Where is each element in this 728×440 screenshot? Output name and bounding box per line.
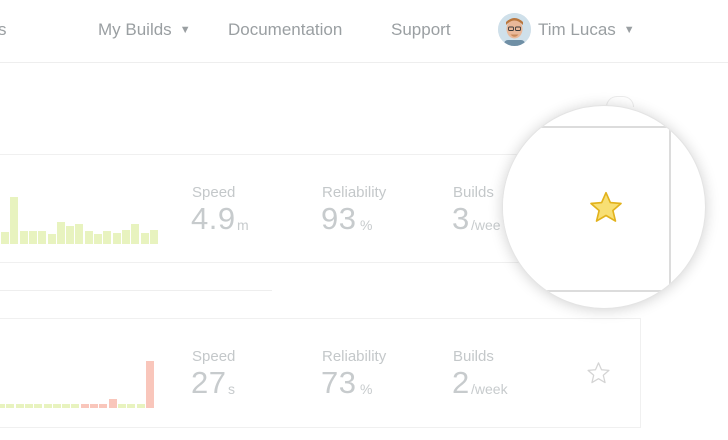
user-name: Tim Lucas <box>538 20 616 39</box>
pipeline-card[interactable]: Speed 4.9 m Reliability 93 % Builds 3 /w… <box>0 154 531 263</box>
star-filled-icon[interactable] <box>588 190 624 226</box>
build-bar-failed[interactable] <box>99 404 108 408</box>
nav-documentation[interactable]: Documentation <box>228 20 342 40</box>
build-bar-passed[interactable] <box>131 224 140 244</box>
build-bar-passed[interactable] <box>56 222 65 244</box>
nav-my-builds-label: My Builds <box>98 20 172 39</box>
build-bar-passed[interactable] <box>75 224 84 244</box>
reliability-unit: % <box>360 381 373 397</box>
build-bar-passed[interactable] <box>24 404 33 408</box>
build-bar-passed[interactable] <box>149 230 158 244</box>
build-bar-passed[interactable] <box>121 230 130 244</box>
star-outline-icon[interactable] <box>586 361 611 386</box>
build-bar-passed[interactable] <box>94 234 102 244</box>
speed-value: 27 <box>191 365 227 400</box>
speed-value: 4.9 <box>191 201 236 236</box>
caret-down-icon: ▼ <box>179 24 191 36</box>
build-bar-failed[interactable] <box>80 404 89 408</box>
builds-value: 2 <box>452 365 470 400</box>
nav-user-menu[interactable]: Tim Lucas ▼ <box>538 20 635 40</box>
build-bar-failed[interactable] <box>108 399 117 408</box>
build-bar-passed[interactable] <box>140 233 149 244</box>
build-bar-passed[interactable] <box>6 404 15 408</box>
speed-unit: s <box>228 381 235 397</box>
builds-label: Builds <box>453 348 494 365</box>
reliability-unit: % <box>360 217 373 233</box>
build-bar-passed[interactable] <box>0 404 5 408</box>
reliability-label: Reliability <box>322 184 387 201</box>
build-bar-passed[interactable] <box>84 231 93 244</box>
builds-label: Builds <box>453 184 494 201</box>
build-bar-passed[interactable] <box>34 404 43 408</box>
build-bar-passed[interactable] <box>19 231 28 244</box>
avatar[interactable] <box>498 13 531 46</box>
magnified-card-edge <box>503 126 671 292</box>
speed-label: Speed <box>192 184 236 201</box>
builds-unit: /wee <box>471 217 501 233</box>
pipeline-card[interactable]: Speed 27 s Reliability 73 % Builds 2 /we… <box>0 318 641 428</box>
nav-support[interactable]: Support <box>391 20 451 40</box>
reliability-value: 73 <box>321 365 357 400</box>
avatar-image <box>498 13 531 46</box>
build-bar-passed[interactable] <box>62 404 71 408</box>
builds-value: 3 <box>452 201 470 236</box>
build-bar-passed[interactable] <box>136 404 145 408</box>
build-bar-passed[interactable] <box>38 231 47 244</box>
build-bar-passed[interactable] <box>117 404 126 408</box>
caret-down-icon: ▼ <box>623 24 635 36</box>
build-bar-passed[interactable] <box>10 197 19 244</box>
nav-my-builds[interactable]: My Builds ▼ <box>98 20 191 40</box>
build-bar-passed[interactable] <box>112 233 121 244</box>
reliability-value: 93 <box>321 201 357 236</box>
build-bar-failed[interactable] <box>90 404 98 408</box>
magnifier-lens <box>502 105 706 309</box>
nav-item-partial[interactable]: s <box>0 20 7 40</box>
reliability-label: Reliability <box>322 348 387 365</box>
speed-label: Speed <box>192 348 236 365</box>
build-bar-passed[interactable] <box>66 226 75 244</box>
builds-unit: /week <box>471 381 508 397</box>
build-bar-passed[interactable] <box>71 404 80 408</box>
speed-unit: m <box>237 217 249 233</box>
top-navigation: s My Builds ▼ Documentation Support Tim L… <box>0 0 728 63</box>
build-bar-passed[interactable] <box>43 404 52 408</box>
build-bar-passed[interactable] <box>28 231 37 244</box>
build-bar-passed[interactable] <box>103 231 112 244</box>
build-bar-passed[interactable] <box>15 404 24 408</box>
build-bar-passed[interactable] <box>127 404 136 408</box>
build-bar-passed[interactable] <box>1 232 9 244</box>
build-bar-passed[interactable] <box>47 234 56 244</box>
build-bar-passed[interactable] <box>52 404 61 408</box>
build-bar-failed[interactable] <box>145 361 154 408</box>
section-divider <box>0 290 272 291</box>
